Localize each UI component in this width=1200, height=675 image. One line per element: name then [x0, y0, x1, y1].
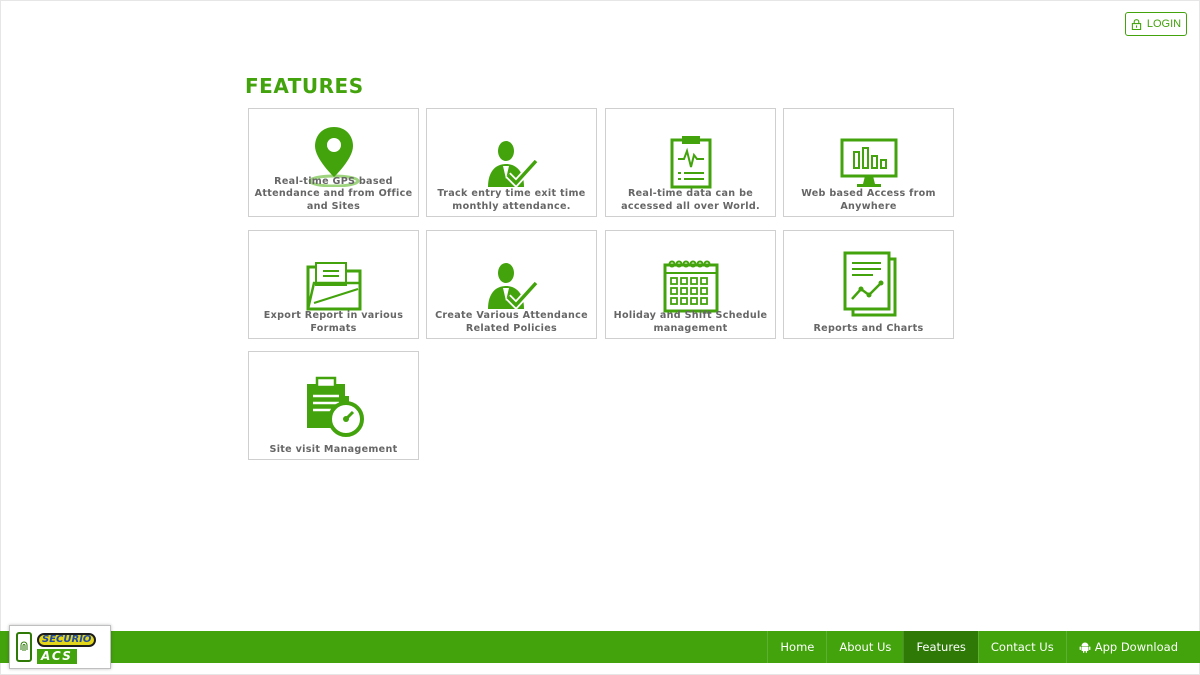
android-icon — [1079, 642, 1091, 653]
feature-card-realtime[interactable]: Real-time data can be accessed all over … — [605, 108, 776, 217]
feature-label: Export Report in various Formats — [263, 310, 404, 334]
user-check-icon — [487, 263, 538, 311]
login-label: LOGIN — [1146, 18, 1182, 30]
lock-icon — [1131, 18, 1142, 30]
feature-card-track[interactable]: Track entry time exit time monthly atten… — [426, 108, 597, 217]
nav-features-label: Features — [916, 640, 966, 654]
nav-contact-us-label: Contact Us — [990, 640, 1054, 654]
clipboard-pulse-icon — [670, 136, 711, 189]
page-frame — [0, 0, 1200, 675]
feature-label: Create Various Attendance Related Polici… — [435, 310, 588, 334]
logo-word-acs: ACS — [37, 649, 77, 664]
feature-card-policies[interactable]: Create Various Attendance Related Polici… — [426, 230, 597, 339]
footer-bar: Home About Us Features Contact Us App Do… — [0, 631, 1200, 663]
page-title: FEATURES — [245, 74, 364, 98]
feature-label: Site visit Management — [269, 443, 398, 455]
fingerprint-icon — [20, 641, 28, 651]
nav-contact-us[interactable]: Contact Us — [977, 631, 1066, 663]
feature-label: Real-time data can be accessed all over … — [621, 188, 760, 212]
folder-icon — [305, 262, 361, 311]
nav-app-download-label: App Download — [1094, 640, 1178, 654]
feature-card-web[interactable]: Web based Access from Anywhere — [783, 108, 954, 217]
feature-card-reports[interactable]: Reports and Charts — [783, 230, 954, 339]
calendar-icon — [663, 260, 718, 313]
user-check-icon — [487, 141, 538, 189]
logo-word-securio: SECURIO — [37, 633, 97, 647]
feature-label: Holiday and Shift Schedule management — [613, 310, 768, 334]
report-chart-icon — [843, 251, 896, 317]
login-button[interactable]: LOGIN — [1125, 12, 1187, 36]
feature-card-site-visit[interactable]: Site visit Management — [248, 351, 419, 460]
clipboard-stopwatch-icon — [306, 376, 364, 437]
feature-label: Web based Access from Anywhere — [801, 188, 936, 212]
feature-card-gps[interactable]: Real-time GPS based Attendance and from … — [248, 108, 419, 217]
feature-card-holiday[interactable]: Holiday and Shift Schedule management — [605, 230, 776, 339]
footer-nav: Home About Us Features Contact Us App Do… — [767, 631, 1200, 663]
nav-home[interactable]: Home — [767, 631, 826, 663]
feature-label: Track entry time exit time monthly atten… — [437, 188, 586, 212]
monitor-chart-icon — [840, 138, 897, 187]
nav-about-us-label: About Us — [839, 640, 892, 654]
feature-label: Reports and Charts — [813, 322, 924, 334]
feature-label: Real-time GPS based Attendance and from … — [254, 175, 413, 212]
brand-logo[interactable]: SECURIO ACS — [9, 625, 111, 669]
nav-app-download[interactable]: App Download — [1065, 631, 1200, 663]
feature-card-export[interactable]: Export Report in various Formats — [248, 230, 419, 339]
nav-home-label: Home — [780, 640, 815, 654]
nav-about-us[interactable]: About Us — [826, 631, 903, 663]
nav-features[interactable]: Features — [903, 631, 978, 663]
